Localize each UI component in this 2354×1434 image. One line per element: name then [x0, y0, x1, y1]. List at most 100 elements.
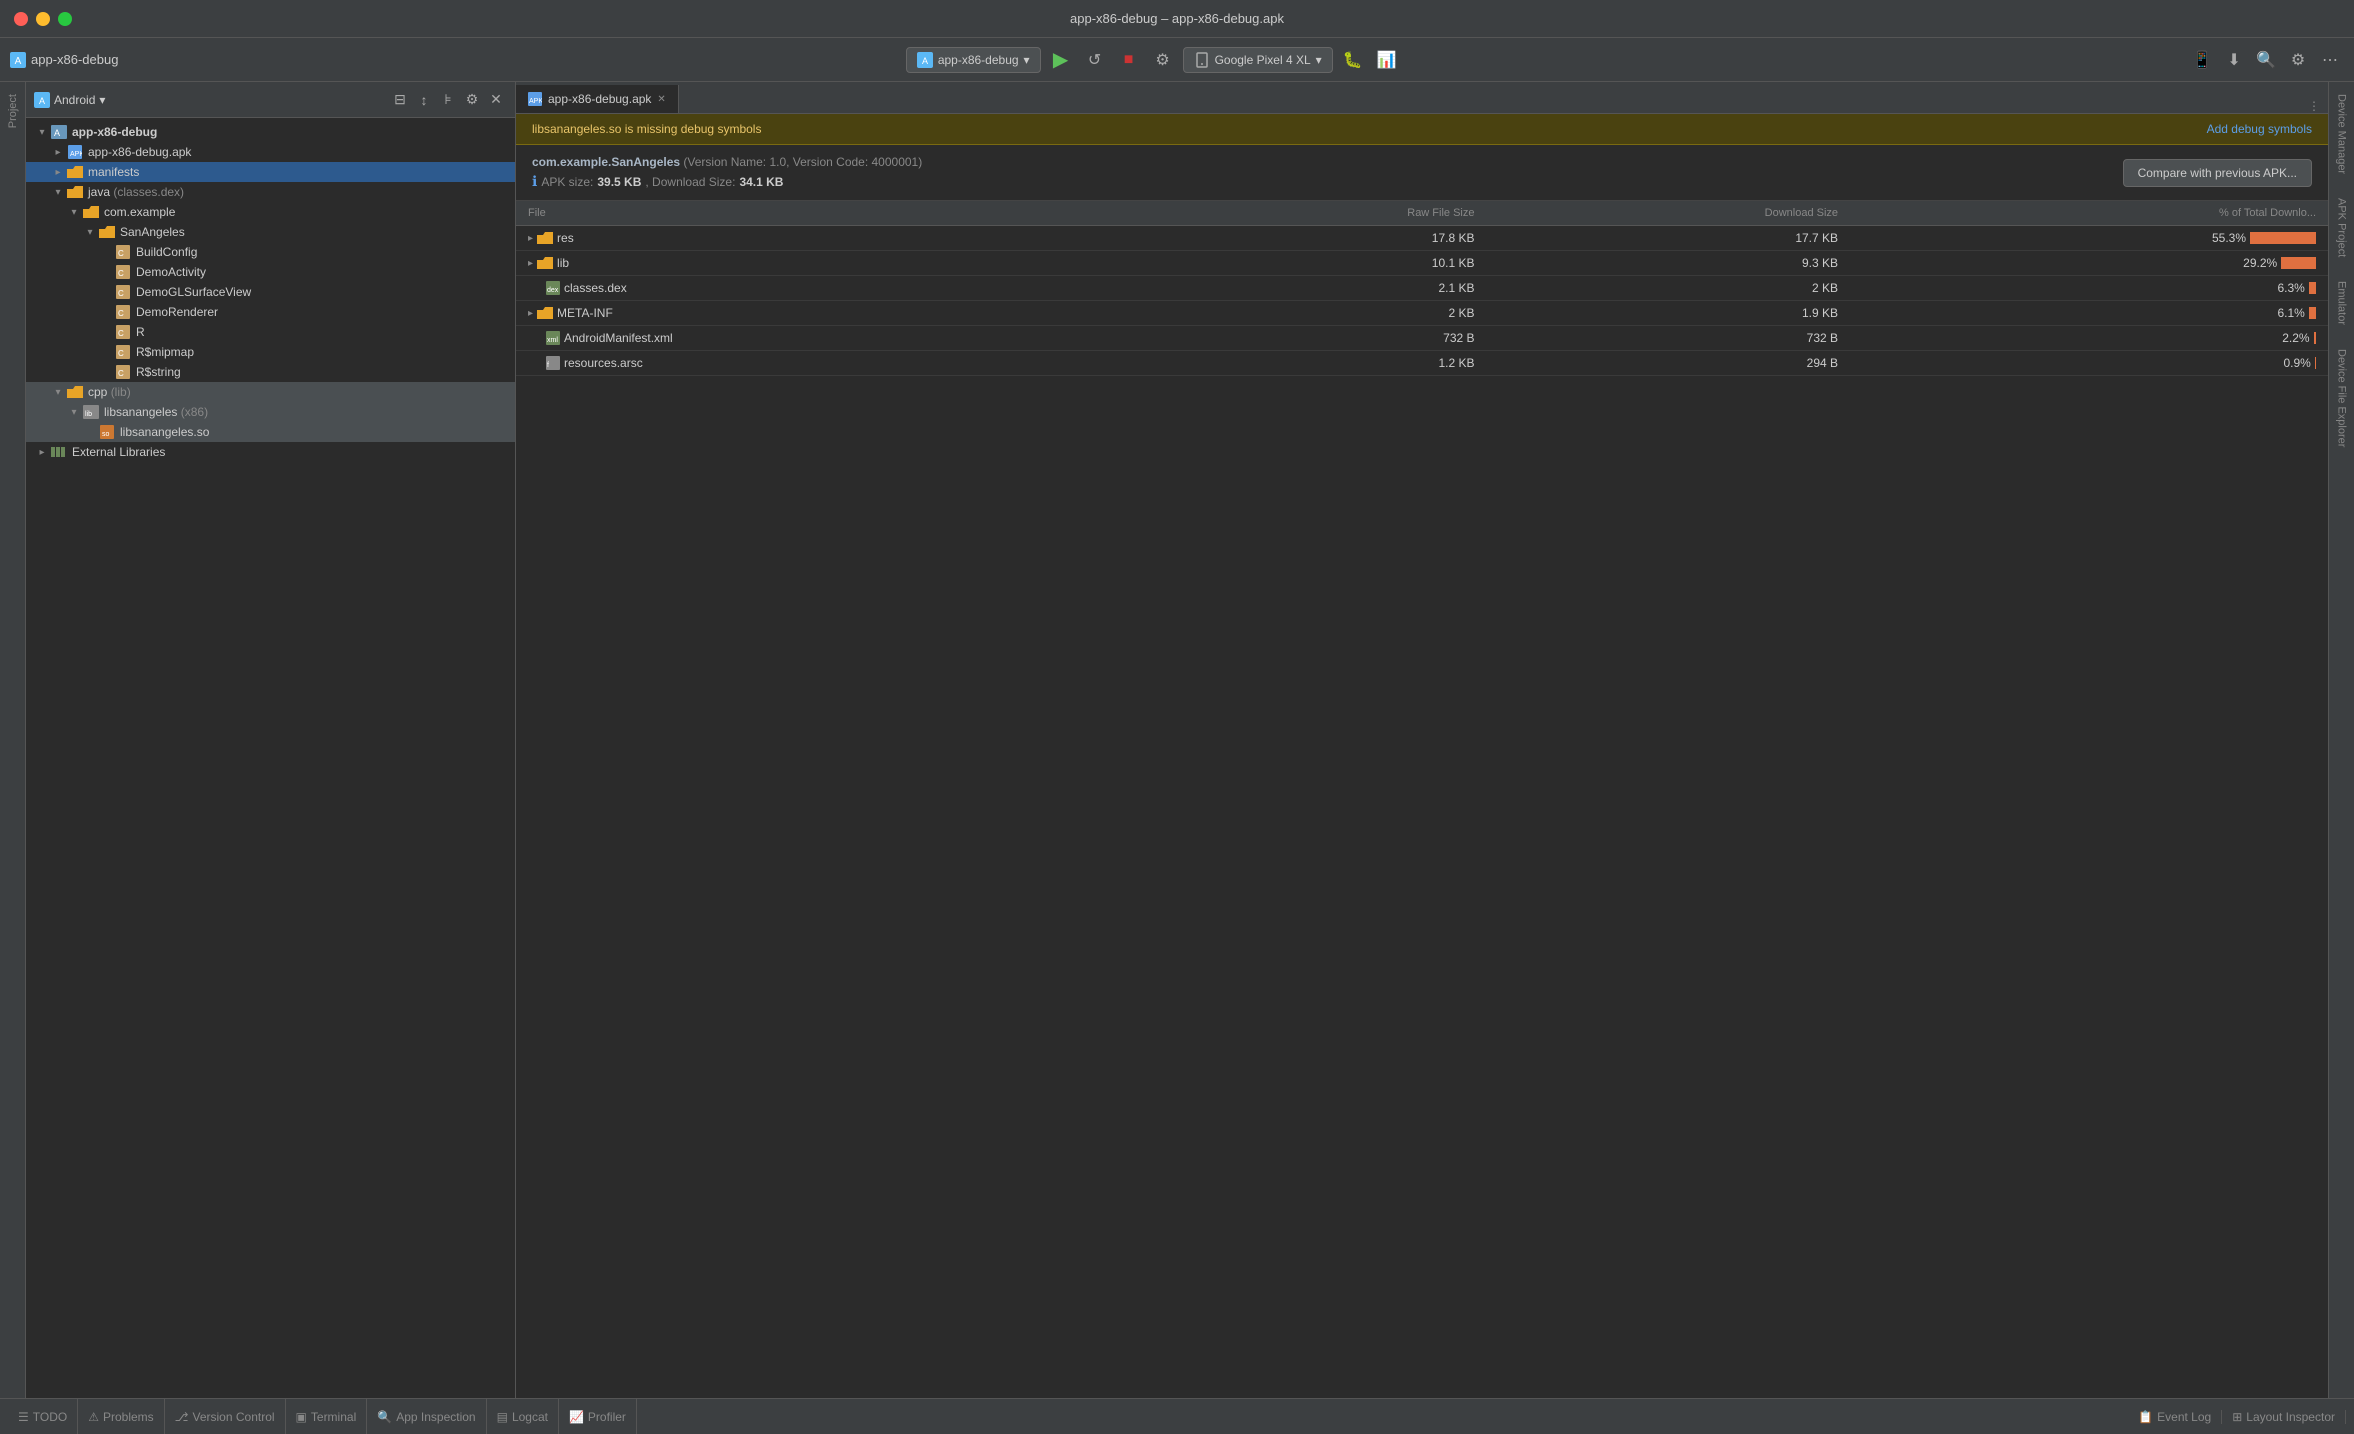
tree-item-rstring[interactable]: C R$string	[26, 362, 515, 382]
apk-package-line: com.example.SanAngeles (Version Name: 1.…	[532, 155, 922, 169]
tree-item-demoactivity[interactable]: C DemoActivity	[26, 262, 515, 282]
toolbar-center: A app-x86-debug ▾ ▶ ↺ ■ ⚙ Google Pixel 4…	[906, 46, 1401, 74]
apk-project-tab[interactable]: APK Project	[2332, 186, 2352, 269]
table-row[interactable]: xmlAndroidManifest.xml732 B732 B 2.2%	[516, 326, 2328, 351]
project-tab[interactable]: Project	[3, 82, 23, 140]
file-table: File Raw File Size Download Size % of To…	[516, 201, 2328, 376]
tree-arrow-com: ▾	[66, 207, 82, 218]
tree-item-external[interactable]: ▸ External Libraries	[26, 442, 515, 462]
tab-bar: APK app-x86-debug.apk ✕ ⋮	[516, 82, 2328, 114]
android-dropdown-arrow: ▾	[99, 93, 105, 107]
run-config-button[interactable]: A app-x86-debug ▾	[906, 47, 1041, 73]
sync-button[interactable]: ⚙	[1149, 46, 1177, 74]
cpp-folder-icon	[66, 384, 84, 400]
download-size-cell: 1.9 KB	[1487, 301, 1851, 326]
percent-cell: 6.3%	[1850, 276, 2328, 301]
tree-item-com-example[interactable]: ▾ com.example	[26, 202, 515, 222]
far-right-tabs: Device Manager APK Project Emulator Devi…	[2328, 82, 2354, 1398]
svg-text:C: C	[118, 349, 124, 358]
traffic-lights[interactable]	[14, 12, 72, 26]
maximize-button[interactable]	[58, 12, 72, 26]
percent-bar	[2250, 232, 2316, 244]
tree-item-sanangeles[interactable]: ▾ SanAngeles	[26, 222, 515, 242]
android-dropdown[interactable]: A Android ▾	[34, 92, 105, 108]
filter-button[interactable]: ⊧	[437, 89, 459, 111]
download-size-cell: 294 B	[1487, 351, 1851, 376]
tree-item-demoglsurfaceview[interactable]: C DemoGLSurfaceView	[26, 282, 515, 302]
table-row[interactable]: dexclasses.dex2.1 KB2 KB 6.3%	[516, 276, 2328, 301]
tab-close-button[interactable]: ✕	[657, 94, 665, 105]
search-button[interactable]: 🔍	[2252, 46, 2280, 74]
tree-arrow-external: ▸	[34, 447, 50, 458]
sdk-manager-button[interactable]: ⬇	[2220, 46, 2248, 74]
status-event-log[interactable]: 📋 Event Log	[2128, 1410, 2222, 1424]
main-toolbar: A app-x86-debug A app-x86-debug ▾ ▶ ↺ ■ …	[0, 38, 2354, 82]
settings-panel-button[interactable]: ⚙	[461, 89, 483, 111]
table-row[interactable]: ▸res17.8 KB17.7 KB 55.3%	[516, 226, 2328, 251]
tree-label-com-example: com.example	[104, 205, 175, 219]
window-title: app-x86-debug – app-x86-debug.apk	[1070, 11, 1284, 26]
status-layout-inspector[interactable]: ⊞ Layout Inspector	[2222, 1410, 2346, 1424]
expand-button[interactable]: ↕	[413, 89, 435, 111]
tree-label-sanangeles: SanAngeles	[120, 225, 185, 239]
svg-text:C: C	[118, 289, 124, 298]
table-row[interactable]: ▸META-INF2 KB1.9 KB 6.1%	[516, 301, 2328, 326]
tree-item-demorenderer[interactable]: C DemoRenderer	[26, 302, 515, 322]
avd-manager-button[interactable]: 📱	[2188, 46, 2216, 74]
run-button[interactable]: ▶	[1047, 46, 1075, 74]
raw-size-cell: 17.8 KB	[1146, 226, 1487, 251]
tree-label-rmipmap: R$mipmap	[136, 345, 194, 359]
tree-item-apk[interactable]: ▸ APK app-x86-debug.apk	[26, 142, 515, 162]
status-profiler[interactable]: 📈 Profiler	[559, 1399, 637, 1434]
percent-bar	[2281, 257, 2316, 269]
status-problems[interactable]: ⚠ Problems	[78, 1399, 164, 1434]
file-row-name-label: classes.dex	[564, 281, 627, 295]
tree-item-cpp[interactable]: ▾ cpp (lib)	[26, 382, 515, 402]
status-logcat[interactable]: ▤ Logcat	[487, 1399, 559, 1434]
tree-label-so: libsanangeles.so	[120, 425, 209, 439]
status-todo[interactable]: ☰ TODO	[8, 1399, 78, 1434]
settings-button[interactable]: ⚙	[2284, 46, 2312, 74]
tree-item-r[interactable]: C R	[26, 322, 515, 342]
tree-item-rmipmap[interactable]: C R$mipmap	[26, 342, 515, 362]
emulator-tab[interactable]: Emulator	[2332, 269, 2352, 337]
close-button[interactable]	[14, 12, 28, 26]
attach-debugger-button[interactable]: 🐛	[1339, 46, 1367, 74]
collapse-all-button[interactable]: ⊟	[389, 89, 411, 111]
profiler-label: Profiler	[588, 1410, 626, 1424]
tree-item-buildconfig[interactable]: C BuildConfig	[26, 242, 515, 262]
status-app-inspection[interactable]: 🔍 App Inspection	[367, 1399, 486, 1434]
package-version: (Version Name: 1.0, Version Code: 400000…	[683, 155, 922, 169]
percent-label: 2.2%	[2282, 331, 2309, 345]
add-debug-symbols-button[interactable]: Add debug symbols	[2207, 122, 2312, 136]
percent-cell: 6.1%	[1850, 301, 2328, 326]
tab-more-button[interactable]: ⋮	[2300, 99, 2328, 113]
minimize-button[interactable]	[36, 12, 50, 26]
status-terminal[interactable]: ▣ Terminal	[286, 1399, 368, 1434]
profile-button[interactable]: 📊	[1373, 46, 1401, 74]
device-manager-tab[interactable]: Device Manager	[2332, 82, 2352, 186]
device-button[interactable]: Google Pixel 4 XL ▾	[1183, 47, 1333, 73]
table-row[interactable]: fresources.arsc1.2 KB294 B 0.9%	[516, 351, 2328, 376]
status-version-control[interactable]: ⎇ Version Control	[165, 1399, 286, 1434]
compare-apk-button[interactable]: Compare with previous APK...	[2123, 159, 2312, 187]
project-tree: ▾ A app-x86-debug ▸ APK app-x86-debug.ap…	[26, 118, 515, 1398]
device-file-explorer-tab[interactable]: Device File Explorer	[2332, 337, 2352, 459]
tree-item-libsanangeles-so[interactable]: so libsanangeles.so	[26, 422, 515, 442]
svg-text:APK: APK	[70, 151, 82, 158]
terminal-icon: ▣	[296, 1410, 307, 1424]
tree-item-manifests[interactable]: ▸ manifests	[26, 162, 515, 182]
stop-button[interactable]: ■	[1115, 46, 1143, 74]
tree-label-rstring: R$string	[136, 365, 181, 379]
tree-item-libsanangeles[interactable]: ▾ lib libsanangeles (x86)	[26, 402, 515, 422]
tab-apk-icon: APK	[528, 92, 542, 106]
tree-item-java[interactable]: ▾ java (classes.dex)	[26, 182, 515, 202]
rerun-button[interactable]: ↺	[1081, 46, 1109, 74]
more-button[interactable]: ⋯	[2316, 46, 2344, 74]
table-row[interactable]: ▸lib10.1 KB9.3 KB 29.2%	[516, 251, 2328, 276]
svg-text:A: A	[39, 96, 45, 106]
inspection-icon: 🔍	[377, 1410, 392, 1424]
tree-item-app[interactable]: ▾ A app-x86-debug	[26, 122, 515, 142]
tab-apk[interactable]: APK app-x86-debug.apk ✕	[516, 85, 679, 113]
close-panel-button[interactable]: ✕	[485, 89, 507, 111]
